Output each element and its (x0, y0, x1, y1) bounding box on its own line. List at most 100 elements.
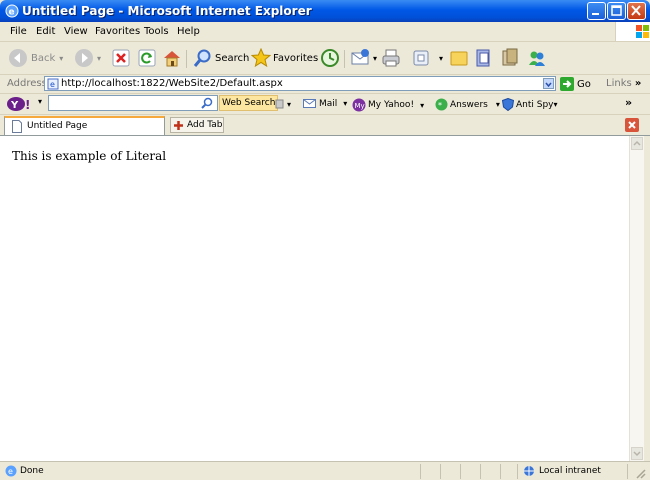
resize-grip-icon[interactable] (634, 467, 646, 479)
scroll-down-button[interactable] (631, 447, 643, 460)
highlighter-button[interactable]: ▾ (275, 98, 291, 110)
forward-dropdown-icon[interactable]: ▾ (97, 54, 101, 63)
windows-logo (615, 22, 650, 41)
literal-text: This is example of Literal (12, 149, 167, 163)
shield-icon (502, 98, 514, 111)
close-tab-icon (628, 121, 636, 129)
mail-button[interactable]: ▾ (351, 48, 377, 68)
my-yahoo-dropdown-icon[interactable]: ▾ (420, 101, 424, 110)
antispy-dropdown-icon[interactable]: ▾ (554, 100, 558, 109)
svg-text:!: ! (25, 98, 30, 112)
address-label: Address (7, 78, 47, 89)
page-icon (12, 120, 22, 133)
home-icon (164, 51, 180, 67)
back-button[interactable]: Back ▾ (8, 48, 63, 68)
home-button[interactable] (162, 48, 182, 68)
my-yahoo-button[interactable]: My My Yahoo! ▾ (352, 98, 424, 112)
back-icon (9, 49, 27, 67)
stop-icon (112, 49, 130, 67)
antispy-label: Anti Spy (516, 99, 554, 110)
menu-edit[interactable]: Edit (36, 26, 55, 37)
maximize-icon (611, 5, 622, 16)
window-edge (644, 136, 650, 480)
edit-dropdown-icon[interactable]: ▾ (439, 54, 443, 63)
menu-favorites[interactable]: Favorites (95, 26, 140, 37)
folder-icon (450, 51, 468, 66)
answers-button[interactable]: * Answers ▾ (435, 98, 500, 111)
vertical-scrollbar[interactable] (629, 136, 644, 461)
favorites-star-icon (251, 48, 271, 68)
svg-text:*: * (438, 101, 442, 110)
status-separator (500, 464, 501, 479)
menu-file[interactable]: File (10, 26, 27, 37)
go-button[interactable]: Go (560, 77, 591, 91)
status-separator (517, 464, 518, 479)
notes-button[interactable] (500, 48, 520, 68)
yahoo-menu-dropdown-icon[interactable]: ▾ (38, 97, 42, 106)
status-separator (480, 464, 481, 479)
menu-bar: File Edit View Favorites Tools Help (0, 22, 650, 42)
messenger-button[interactable] (527, 48, 547, 68)
close-tab-button[interactable] (625, 118, 639, 132)
favorites-button[interactable]: Favorites (251, 48, 318, 68)
menu-view[interactable]: View (64, 26, 88, 37)
mail-icon (351, 49, 369, 65)
edit-button[interactable]: ▾ (411, 48, 443, 68)
go-label: Go (577, 78, 591, 90)
menu-help[interactable]: Help (177, 26, 200, 37)
chevron-right-icon[interactable]: » (625, 96, 632, 109)
mail-icon (303, 99, 316, 108)
yahoo-mail-button[interactable]: Mail ▾ (303, 98, 347, 109)
links-button[interactable]: Links » (606, 78, 641, 89)
highlighter-dropdown-icon[interactable]: ▾ (287, 100, 291, 109)
refresh-icon (138, 49, 156, 67)
security-zone[interactable]: Local intranet (522, 465, 601, 477)
favorites-label: Favorites (273, 52, 319, 64)
research-button[interactable] (474, 48, 494, 68)
ie-window: e Untitled Page - Microsoft Internet Exp… (0, 0, 650, 480)
yahoo-logo-icon[interactable]: Y! (6, 96, 32, 112)
web-search-button[interactable]: Web Search (219, 95, 279, 111)
refresh-button[interactable] (138, 48, 156, 68)
go-arrow-icon (560, 77, 574, 91)
print-button[interactable] (381, 48, 401, 68)
add-tab-label: Add Tab (187, 120, 223, 130)
title-bar[interactable]: e Untitled Page - Microsoft Internet Exp… (0, 0, 650, 22)
my-yahoo-label: My Yahoo! (368, 100, 415, 110)
chevron-down-icon (545, 82, 552, 88)
tab-bar: Untitled Page Add Tab (0, 115, 650, 136)
search-button[interactable]: Search (193, 48, 249, 68)
tab-untitled-page[interactable]: Untitled Page (4, 116, 165, 135)
status-separator (420, 464, 421, 479)
back-dropdown-icon[interactable]: ▾ (59, 54, 63, 63)
research-icon (476, 49, 490, 67)
add-tab-button[interactable]: Add Tab (170, 117, 224, 133)
menu-tools[interactable]: Tools (144, 26, 169, 37)
address-url: http://localhost:1822/WebSite2/Default.a… (61, 78, 283, 89)
address-dropdown[interactable] (543, 78, 554, 89)
intranet-icon (524, 466, 534, 476)
history-button[interactable] (320, 48, 340, 68)
highlighter-icon (275, 99, 284, 109)
forward-button[interactable]: ▾ (74, 48, 101, 68)
scroll-up-button[interactable] (631, 137, 643, 150)
svg-text:e: e (50, 80, 55, 89)
maximize-button[interactable] (607, 2, 626, 20)
svg-text:e: e (9, 8, 15, 18)
mail-label: Mail (319, 98, 338, 109)
minimize-button[interactable] (587, 2, 606, 20)
close-icon (631, 5, 641, 16)
answers-dropdown-icon[interactable]: ▾ (496, 100, 500, 109)
address-input[interactable]: e http://localhost:1822/WebSite2/Default… (44, 76, 556, 91)
folder-button[interactable] (449, 48, 469, 68)
messenger-icon (529, 51, 545, 66)
antispy-button[interactable]: Anti Spy ▾ (502, 98, 558, 111)
yahoo-toolbar: Y! ▾ Web Search ▾ Mail ▾ My My Yahoo! ▾ … (0, 94, 650, 115)
status-separator (440, 464, 441, 479)
mail-dropdown-icon[interactable]: ▾ (373, 54, 377, 63)
yahoo-search-input[interactable] (48, 95, 218, 111)
mail-dropdown-icon[interactable]: ▾ (343, 99, 347, 108)
stop-button[interactable] (112, 48, 130, 68)
close-button[interactable] (627, 2, 646, 20)
tab-label: Untitled Page (27, 121, 88, 131)
